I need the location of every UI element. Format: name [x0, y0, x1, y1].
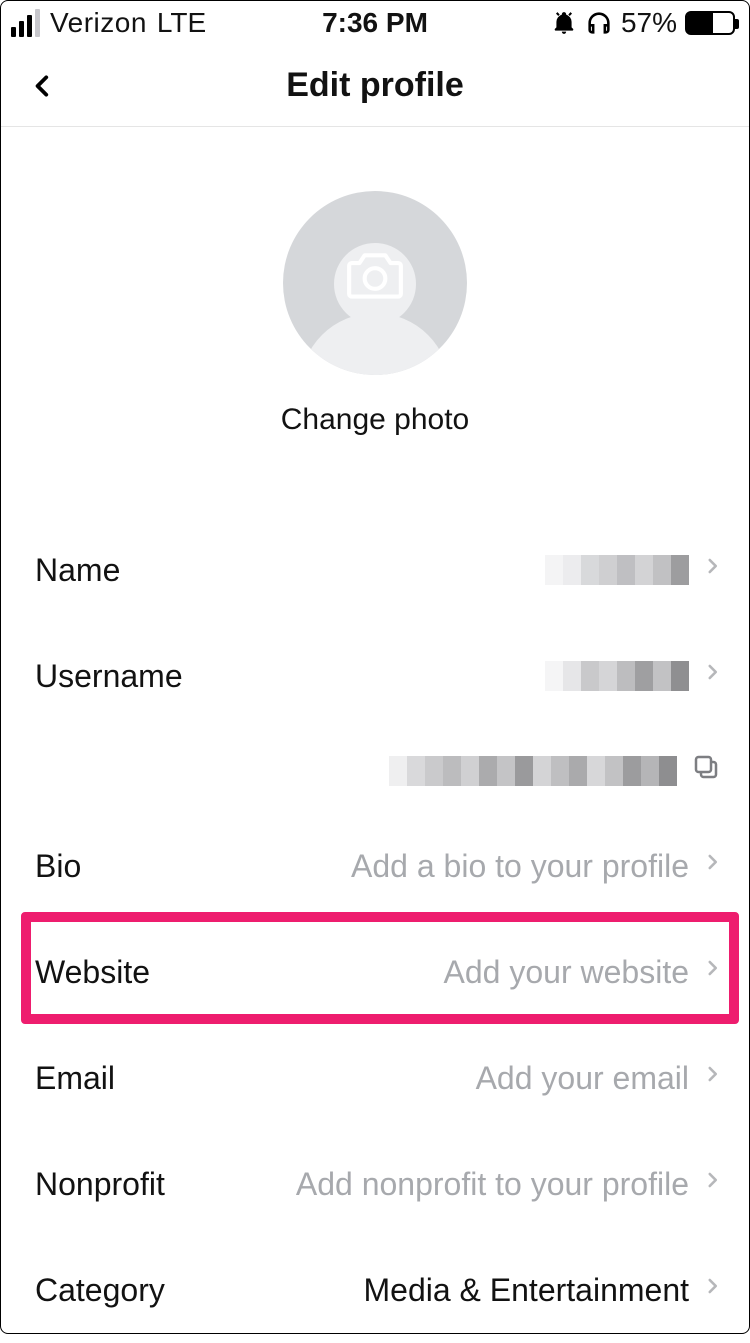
change-photo-button[interactable]: Change photo — [281, 403, 470, 437]
value-name — [545, 555, 689, 585]
alarm-icon — [551, 10, 577, 36]
chevron-right-icon — [703, 1271, 721, 1309]
placeholder-nonprofit: Add nonprofit to your profile — [296, 1166, 689, 1203]
chevron-right-icon — [703, 657, 721, 695]
label-nonprofit: Nonprofit — [35, 1166, 165, 1203]
signal-icon — [11, 9, 40, 37]
value-category: Media & Entertainment — [364, 1272, 690, 1309]
label-category: Category — [35, 1272, 165, 1309]
redacted-link — [389, 756, 677, 786]
chevron-right-icon — [703, 847, 721, 885]
clock: 7:36 PM — [322, 7, 428, 39]
row-username[interactable]: Username — [1, 623, 749, 729]
page-title: Edit profile — [286, 66, 464, 105]
redacted-username — [545, 661, 689, 691]
copy-link-button[interactable] — [691, 752, 721, 790]
battery-percent: 57% — [621, 7, 677, 39]
camera-icon — [344, 250, 406, 307]
row-email[interactable]: Email Add your email — [1, 1025, 749, 1131]
row-bio[interactable]: Bio Add a bio to your profile — [1, 813, 749, 919]
label-name: Name — [35, 552, 120, 589]
chevron-right-icon — [703, 551, 721, 589]
chevron-left-icon — [30, 66, 56, 106]
label-website: Website — [35, 954, 150, 991]
label-username: Username — [35, 658, 183, 695]
battery-icon — [685, 11, 735, 35]
profile-fields: Name Username — [1, 517, 749, 1343]
status-left: Verizon LTE — [11, 7, 206, 39]
placeholder-email: Add your email — [476, 1060, 689, 1097]
copy-icon — [691, 752, 721, 782]
avatar-section: Change photo — [1, 127, 749, 437]
carrier-label: Verizon — [50, 7, 147, 39]
headphones-icon — [585, 9, 613, 37]
value-username — [545, 661, 689, 691]
chevron-right-icon — [703, 1165, 721, 1203]
label-bio: Bio — [35, 848, 81, 885]
row-name[interactable]: Name — [1, 517, 749, 623]
row-category[interactable]: Category Media & Entertainment — [1, 1237, 749, 1343]
redacted-name — [545, 555, 689, 585]
row-nonprofit[interactable]: Nonprofit Add nonprofit to your profile — [1, 1131, 749, 1237]
label-email: Email — [35, 1060, 115, 1097]
status-right: 57% — [551, 7, 735, 39]
avatar[interactable] — [283, 191, 467, 375]
placeholder-website: Add your website — [444, 954, 689, 991]
back-button[interactable] — [21, 64, 65, 108]
chevron-right-icon — [703, 953, 721, 991]
row-profile-link[interactable] — [1, 729, 749, 813]
chevron-right-icon — [703, 1059, 721, 1097]
network-label: LTE — [157, 7, 206, 39]
row-website[interactable]: Website Add your website — [1, 919, 749, 1025]
value-profile-link — [389, 756, 677, 786]
nav-header: Edit profile — [1, 45, 749, 127]
placeholder-bio: Add a bio to your profile — [351, 848, 689, 885]
status-bar: Verizon LTE 7:36 PM 57% — [1, 1, 749, 45]
